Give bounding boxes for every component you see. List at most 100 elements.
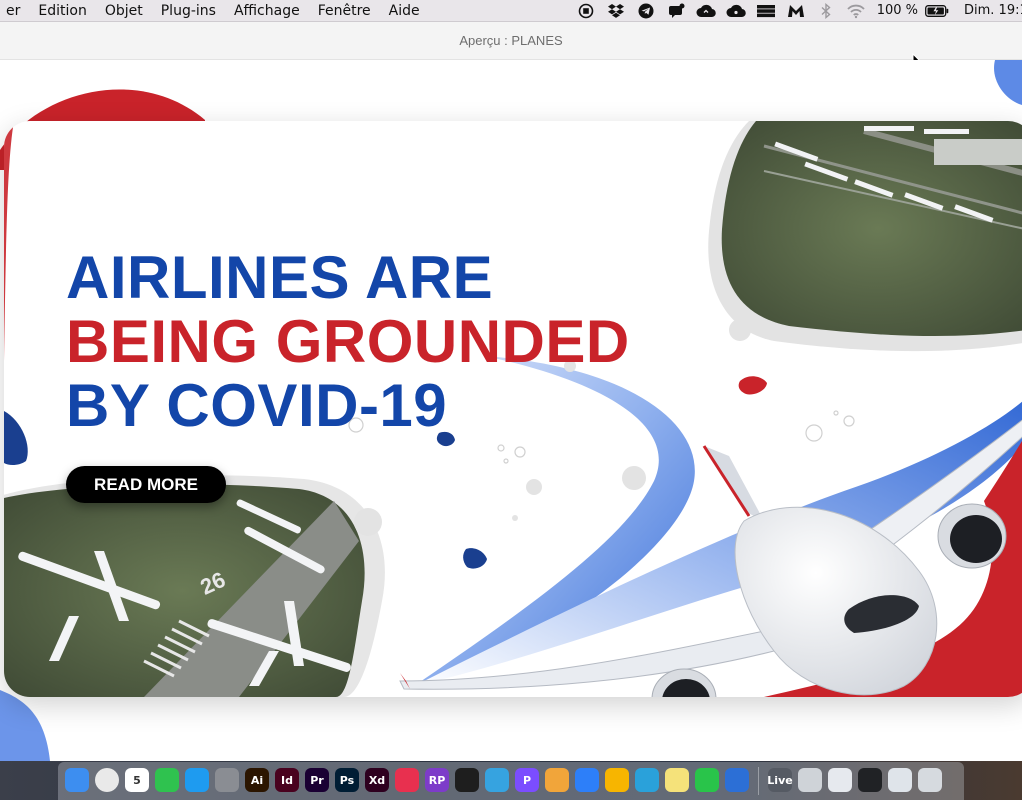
photoshop-tile: Ps <box>335 768 359 792</box>
stack-icon[interactable] <box>751 0 781 22</box>
blue-drop <box>463 548 487 569</box>
hub-icon[interactable] <box>572 765 602 795</box>
xd-tile: Xd <box>365 768 389 792</box>
sketch-tile <box>605 768 629 792</box>
finder-icon[interactable] <box>62 765 92 795</box>
calendar-icon[interactable]: 5 <box>122 765 152 795</box>
premiere-icon[interactable]: Pr <box>302 765 332 795</box>
menu-item-objet[interactable]: Objet <box>96 0 152 22</box>
menu-item-plug-ins[interactable]: Plug-ins <box>152 0 225 22</box>
blue-blob-top-right <box>994 60 1022 105</box>
dock: 5 Ai Id Pr Ps Xd RP P Live <box>0 761 1022 800</box>
facetime-icon[interactable] <box>152 765 182 795</box>
downloads-folder-icon[interactable] <box>885 765 915 795</box>
menu-bar: er Edition Objet Plug-ins Affichage Fenê… <box>0 0 1022 22</box>
bluetooth-icon[interactable] <box>811 0 841 22</box>
poster-headline: AIRLINES ARE BEING GROUNDED BY COVID-19 <box>66 246 630 438</box>
finder-tile <box>65 768 89 792</box>
menu-item-aide[interactable]: Aide <box>380 0 429 22</box>
aerial-photo-top-right <box>708 121 1022 352</box>
messages-icon[interactable] <box>182 765 212 795</box>
live-icon[interactable]: Live <box>765 765 795 795</box>
menu-bar-clock[interactable]: Dim. 19:12 <box>950 0 1022 22</box>
messages-tile <box>185 768 209 792</box>
battery-percentage: 100 % <box>876 3 918 18</box>
menu-bar-status-area: 100 % Dim. 19:12 <box>571 0 1022 22</box>
menu-item-fenetre[interactable]: Fenêtre <box>309 0 380 22</box>
whatsapp-icon[interactable] <box>692 765 722 795</box>
illustrator-icon[interactable]: Ai <box>242 765 272 795</box>
dock-separator <box>758 767 759 795</box>
xd-icon[interactable]: Xd <box>362 765 392 795</box>
pages-icon[interactable] <box>542 765 572 795</box>
blue-blob-left <box>4 411 28 466</box>
wifi-icon[interactable] <box>841 0 871 22</box>
terminal-icon[interactable] <box>855 765 885 795</box>
terminal-tile <box>858 768 882 792</box>
photoshop-icon[interactable]: Ps <box>332 765 362 795</box>
indesign-tile: Id <box>275 768 299 792</box>
printer-icon[interactable] <box>795 765 825 795</box>
trash-tile <box>918 768 942 792</box>
blue-blob-bottom-left <box>0 690 50 761</box>
sketch-icon[interactable] <box>602 765 632 795</box>
documents-folder-icon[interactable] <box>825 765 855 795</box>
notes-tile <box>665 768 689 792</box>
window-title: Aperçu : PLANES <box>459 33 563 48</box>
documents-folder-tile <box>828 768 852 792</box>
read-more-button[interactable]: READ MORE <box>66 466 226 503</box>
telegram-dock-icon[interactable] <box>632 765 662 795</box>
live-tile: Live <box>767 768 793 792</box>
battery-icon[interactable] <box>924 0 950 22</box>
poster-card: 26 AIRLINES ARE BEING GROUNDED BY COVID-… <box>4 121 1022 697</box>
premiere-tile: Pr <box>305 768 329 792</box>
creative-cloud-icon[interactable] <box>691 0 721 22</box>
hub-tile <box>575 768 599 792</box>
indesign-icon[interactable]: Id <box>272 765 302 795</box>
figma-icon[interactable] <box>452 765 482 795</box>
dock-apps: 5 Ai Id Pr Ps Xd RP P Live <box>62 765 945 797</box>
malwarebytes-icon[interactable] <box>781 0 811 22</box>
illustrator-tile: Ai <box>245 768 269 792</box>
downloads-folder-tile <box>888 768 912 792</box>
vectornator-icon[interactable] <box>482 765 512 795</box>
window-title-bar: Aperçu : PLANES <box>0 22 1022 72</box>
vectornator-tile <box>485 768 509 792</box>
aerial-photo-bottom-left: 26 <box>4 475 385 697</box>
facetime-tile <box>155 768 179 792</box>
headline-line-2: BEING GROUNDED <box>66 308 630 375</box>
screen-record-icon[interactable] <box>571 0 601 22</box>
dropbox-icon[interactable] <box>601 0 631 22</box>
menu-item-edition[interactable]: Edition <box>29 0 95 22</box>
notes-icon[interactable] <box>662 765 692 795</box>
system-preferences-icon[interactable] <box>212 765 242 795</box>
figma-tile <box>455 768 479 792</box>
axure-rp-tile: RP <box>425 768 449 792</box>
red-drop <box>738 376 767 395</box>
menu-list: er Edition Objet Plug-ins Affichage Fenê… <box>0 0 429 21</box>
app-red-icon[interactable] <box>392 765 422 795</box>
whatsapp-tile <box>695 768 719 792</box>
telegram-dock-tile <box>635 768 659 792</box>
creative-cloud-alt-icon[interactable] <box>721 0 751 22</box>
app-red-tile <box>395 768 419 792</box>
menu-item-file[interactable]: er <box>0 0 29 22</box>
menu-item-affichage[interactable]: Affichage <box>225 0 309 22</box>
printer-tile <box>798 768 822 792</box>
document-canvas: 26 AIRLINES ARE BEING GROUNDED BY COVID-… <box>0 60 1022 761</box>
trash-icon[interactable] <box>915 765 945 795</box>
quicktime-tile <box>725 768 749 792</box>
headline-line-3: BY COVID-19 <box>66 372 448 439</box>
pages-tile <box>545 768 569 792</box>
calendar-tile: 5 <box>125 768 149 792</box>
p-app-tile: P <box>515 768 539 792</box>
chrome-tile <box>95 768 119 792</box>
notification-icon[interactable] <box>661 0 691 22</box>
telegram-icon[interactable] <box>631 0 661 22</box>
engine-right <box>937 503 1007 569</box>
quicktime-icon[interactable] <box>722 765 752 795</box>
axure-rp-icon[interactable]: RP <box>422 765 452 795</box>
p-app-icon[interactable]: P <box>512 765 542 795</box>
headline-line-1: AIRLINES ARE <box>66 244 494 311</box>
chrome-icon[interactable] <box>92 765 122 795</box>
